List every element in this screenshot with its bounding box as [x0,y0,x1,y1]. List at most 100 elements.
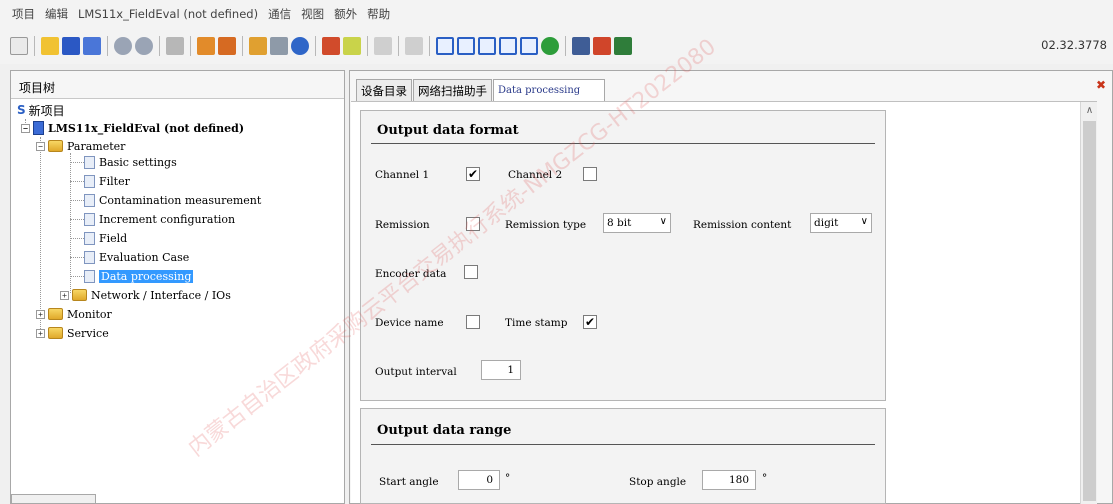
remission-checkbox[interactable] [466,217,480,231]
open-folder-icon[interactable] [41,37,59,55]
section-title: Output data range [377,423,512,438]
tree-item-evaluation-case[interactable]: Evaluation Case [84,248,189,266]
channel1-checkbox[interactable]: ✔ [466,167,480,181]
page-icon [84,269,95,283]
remission-type-select[interactable]: 8 bit ∨ [603,213,671,233]
menu-view[interactable]: 视图 [301,6,324,22]
output-interval-label: Output interval [375,366,457,378]
tree-item-new-project[interactable]: S 新项目 [17,101,65,119]
tree-guide-line [70,257,84,258]
tree-item-label: Increment configuration [99,212,236,226]
tree-item-increment[interactable]: Increment configuration [84,210,235,228]
output-format-section: Output data format Channel 1 ✔ Channel 2… [360,110,886,401]
tree-item-label: Evaluation Case [99,250,190,264]
scrollbar-thumb[interactable] [1083,121,1096,501]
monitor-icon[interactable] [572,37,590,55]
layout-grid-icon[interactable] [499,37,517,55]
new-file-icon[interactable] [10,37,28,55]
tree-guide-line [40,137,41,331]
tree-item-field[interactable]: Field [84,229,127,247]
project-tree-title: 项目树 [11,71,344,99]
toolbar-separator [159,36,160,56]
encoder-data-label: Encoder data [375,268,447,280]
link-icon[interactable] [270,37,288,55]
toolbar-separator [565,36,566,56]
tree-guide-line [70,200,84,201]
bottom-tab-stub[interactable] [11,494,96,503]
tree-item-label: Basic settings [99,155,177,169]
back-arrow-icon[interactable] [114,37,132,55]
tree-item-label: Contamination measurement [99,193,262,207]
layout-single-icon[interactable] [436,37,454,55]
download-icon[interactable] [343,37,361,55]
toolbar-separator [398,36,399,56]
remission-type-label: Remission type [505,219,587,231]
redo-icon[interactable] [405,37,423,55]
tree-item-monitor[interactable]: + Monitor [36,305,112,323]
device-remove-icon[interactable] [218,37,236,55]
upload-icon[interactable] [322,37,340,55]
folder-icon [48,308,63,320]
channel2-checkbox[interactable] [583,167,597,181]
menu-edit[interactable]: 编辑 [45,6,68,22]
connect-icon[interactable] [249,37,267,55]
expand-icon[interactable]: + [36,309,45,319]
output-interval-input[interactable]: 1 [481,360,521,380]
collapse-icon[interactable]: − [36,141,45,151]
tree-item-basic-settings[interactable]: Basic settings [84,153,177,171]
chevron-up-icon[interactable]: ∧ [1081,102,1098,119]
page-icon [84,193,95,207]
stop-angle-input[interactable]: 180 [702,470,756,490]
close-icon[interactable]: ✖ [1096,78,1106,92]
select-value: 8 bit [607,217,632,229]
tree-item-device[interactable]: − LMS11x_FieldEval (not defined) [21,119,244,137]
tree-item-contamination[interactable]: Contamination measurement [84,191,261,209]
menu-extras[interactable]: 额外 [334,6,357,22]
toolbar-separator [34,36,35,56]
device-name-checkbox[interactable] [466,315,480,329]
device-add-icon[interactable] [197,37,215,55]
tree-item-label: Parameter [67,139,126,153]
tab-data-processing[interactable]: Data processing [493,79,605,101]
layout-horizontal-icon[interactable] [457,37,475,55]
tree-item-label: LMS11x_FieldEval (not defined) [48,121,245,135]
start-angle-label: Start angle [379,476,439,488]
help-icon[interactable] [541,37,559,55]
toolbar-separator [242,36,243,56]
tree-item-data-processing[interactable]: Data processing [84,267,194,285]
menu-project[interactable]: 项目 [12,6,35,22]
project-tree-panel: 项目树 S 新项目 − LMS11x_FieldEval (not define… [10,70,345,504]
tools-icon[interactable] [593,37,611,55]
print-icon[interactable] [166,37,184,55]
section-title: Output data format [377,123,519,138]
menu-communication[interactable]: 通信 [268,6,291,22]
expand-icon[interactable]: + [60,290,69,300]
layout-vertical-icon[interactable] [478,37,496,55]
menu-help[interactable]: 帮助 [367,6,390,22]
collapse-icon[interactable]: − [21,123,30,133]
save-as-icon[interactable] [83,37,101,55]
select-value: digit [814,217,839,229]
page-icon [84,231,95,245]
menu-device[interactable]: LMS11x_FieldEval (not defined) [78,7,258,21]
layout-split-icon[interactable] [520,37,538,55]
chevron-down-icon: ∨ [659,216,667,227]
remission-content-select[interactable]: digit ∨ [810,213,872,233]
tab-device-catalog[interactable]: 设备目录 [356,79,412,101]
encoder-data-checkbox[interactable] [464,265,478,279]
undo-icon[interactable] [374,37,392,55]
export-icon[interactable] [614,37,632,55]
search-icon[interactable] [291,37,309,55]
tree-item-service[interactable]: + Service [36,324,109,342]
time-stamp-checkbox[interactable]: ✔ [583,315,597,329]
tab-network-scan[interactable]: 网络扫描助手 [413,79,492,101]
vertical-scrollbar[interactable]: ∧ [1080,102,1097,504]
forward-arrow-icon[interactable] [135,37,153,55]
save-icon[interactable] [62,37,80,55]
tree-item-filter[interactable]: Filter [84,172,130,190]
output-range-section: Output data range Start angle 0 ° Stop a… [360,408,886,504]
tree-item-network[interactable]: + Network / Interface / IOs [60,286,231,304]
version-label: 02.32.3778 [1041,38,1107,52]
expand-icon[interactable]: + [36,328,45,338]
start-angle-input[interactable]: 0 [458,470,500,490]
